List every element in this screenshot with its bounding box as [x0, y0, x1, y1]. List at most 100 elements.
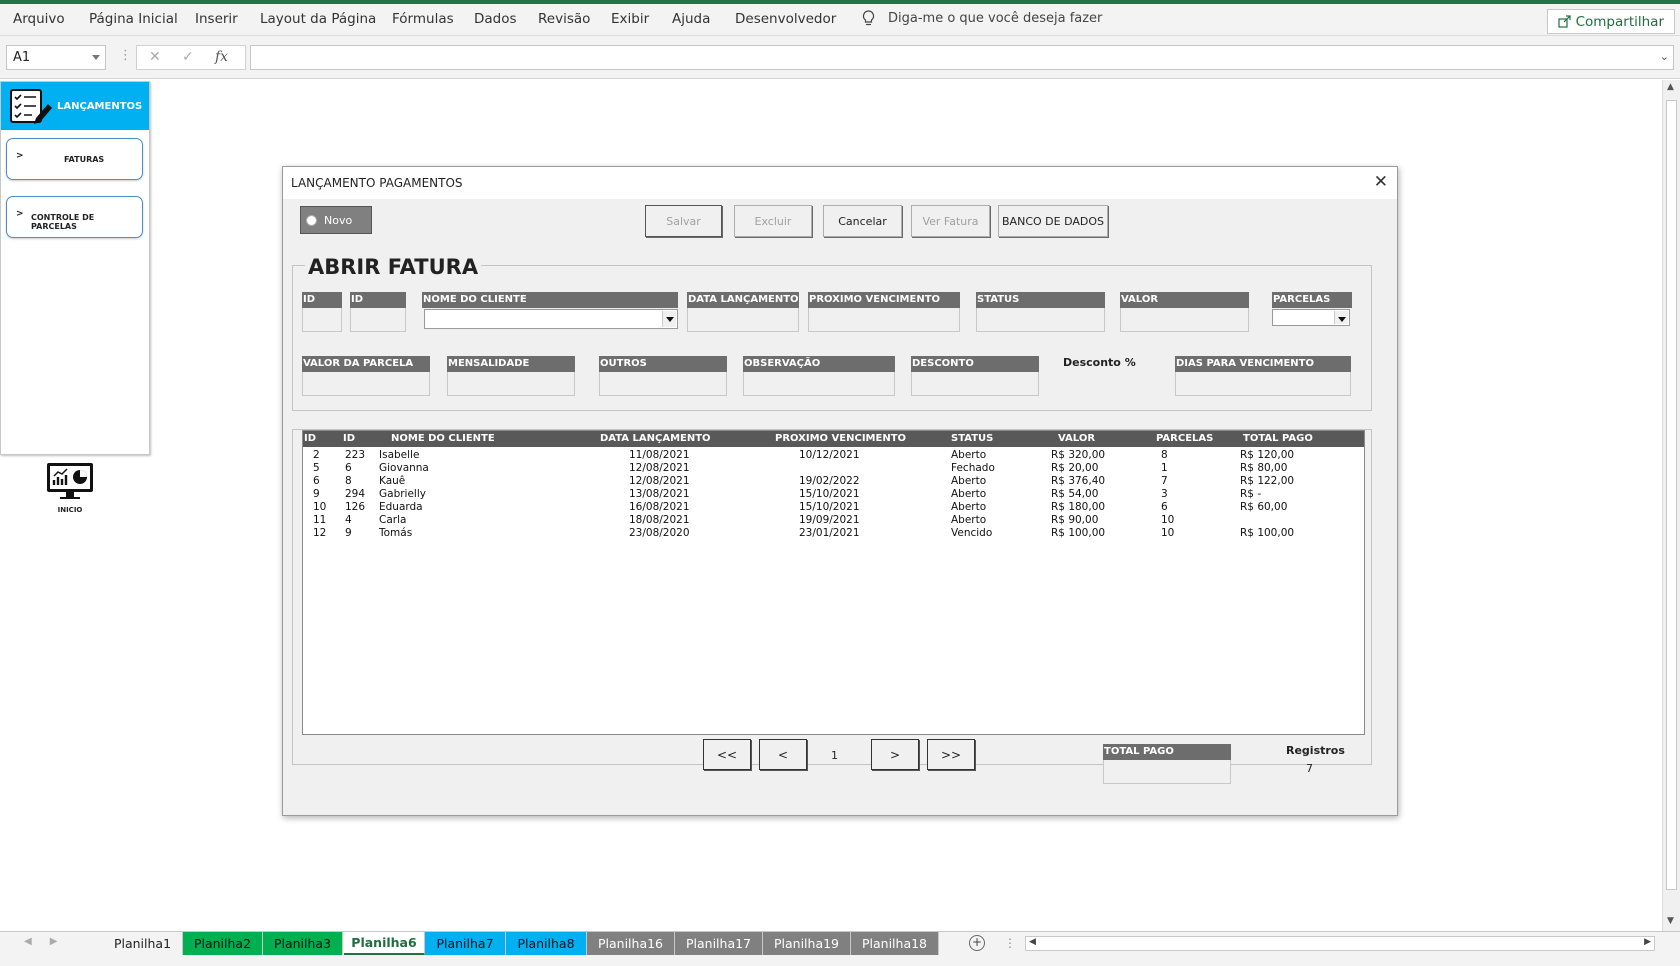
tab-pagina-inicial[interactable]: Página Inicial: [89, 11, 178, 27]
cancel-icon[interactable]: ✕: [149, 49, 161, 65]
sheet-tab-bar: ◀▶ Planilha1 Planilha2 Planilha3 Planilha6 P…: [0, 931, 1680, 955]
table-cell: 2: [313, 449, 320, 461]
fx-icon[interactable]: fx: [215, 49, 228, 65]
sheet-tab-planilha6[interactable]: Planilha6: [344, 932, 425, 955]
table-cell: R$ -: [1240, 488, 1262, 500]
table-cell: 4: [345, 514, 352, 526]
next-due-field[interactable]: [808, 308, 960, 332]
database-button[interactable]: BANCO DE DADOS: [998, 205, 1108, 237]
close-icon[interactable]: ✕: [1374, 172, 1388, 192]
table-row[interactable]: 11 4 Carla 18/08/2021 19/09/2021 Aberto R$ 90,…: [303, 514, 1364, 527]
menu-item-controle-parcelas[interactable]: > CONTROLE DE PARCELAS: [6, 196, 143, 238]
menu-item-faturas[interactable]: > FATURAS: [6, 138, 143, 180]
scroll-right-icon[interactable]: ▶: [1644, 937, 1651, 947]
tab-arquivo[interactable]: Arquivo: [13, 11, 65, 27]
menu-item-label: FATURAS: [64, 155, 105, 164]
chevron-down-icon[interactable]: [662, 311, 676, 327]
table-row[interactable]: 2 223 Isabelle 11/08/2021 10/12/2021 Aberto R$…: [303, 449, 1364, 462]
table-row[interactable]: 9 294 Gabrielly 13/08/2021 15/10/2021 Aberto R…: [303, 488, 1364, 501]
client-select[interactable]: [424, 309, 678, 329]
id-field[interactable]: [302, 308, 342, 332]
installments-select[interactable]: [1272, 309, 1350, 326]
sheet-tab-planilha16[interactable]: Planilha16: [587, 932, 675, 955]
tab-scroll-arrows[interactable]: ◀▶: [24, 936, 75, 947]
date-field[interactable]: [687, 308, 799, 332]
sheet-tab-planilha2[interactable]: Planilha2: [183, 932, 263, 955]
scroll-left-icon[interactable]: ◀: [1029, 937, 1036, 947]
last-page-button[interactable]: >>: [927, 739, 975, 770]
radio-icon[interactable]: [306, 214, 317, 226]
expand-icon[interactable]: ⌄: [1660, 50, 1669, 63]
delete-button[interactable]: Excluir: [734, 205, 812, 237]
new-option[interactable]: Novo: [300, 206, 372, 234]
tab-formulas[interactable]: Fórmulas: [392, 11, 454, 27]
table-cell: 1: [1161, 462, 1168, 474]
value-field[interactable]: [1120, 308, 1249, 332]
table-cell: 5: [313, 462, 320, 474]
view-invoice-button[interactable]: Ver Fatura: [911, 205, 990, 237]
table-cell: 10/12/2021: [799, 449, 860, 461]
tell-me-box[interactable]: Diga-me o que você deseja fazer: [862, 10, 1102, 27]
records-count: 7: [1306, 762, 1313, 775]
enter-icon[interactable]: ✓: [182, 49, 194, 65]
sheet-tab-planilha7[interactable]: Planilha7: [425, 932, 506, 955]
menu-header[interactable]: LANÇAMENTOS: [1, 82, 149, 130]
records-label: Registros: [1286, 744, 1345, 757]
formula-input[interactable]: ⌄: [250, 45, 1674, 70]
tab-exibir[interactable]: Exibir: [611, 11, 649, 27]
table-row[interactable]: 10 126 Eduarda 16/08/2021 15/10/2021 Aberto R$…: [303, 501, 1364, 514]
save-button[interactable]: Salvar: [645, 205, 722, 237]
total-paid-field[interactable]: [1103, 760, 1231, 784]
tab-revisao[interactable]: Revisão: [538, 11, 590, 27]
vertical-scrollbar[interactable]: ▲ ▼: [1662, 80, 1680, 931]
table-cell: Carla: [379, 514, 407, 526]
cancel-button[interactable]: Cancelar: [823, 205, 902, 237]
table-cell: Aberto: [951, 488, 987, 500]
sheet-tab-planilha17[interactable]: Planilha17: [675, 932, 763, 955]
discount-field[interactable]: [911, 372, 1039, 396]
id2-field[interactable]: [350, 308, 406, 332]
tab-desenvolvedor[interactable]: Desenvolvedor: [735, 11, 836, 27]
list-header: ID ID NOME DO CLIENTE DATA LANÇAMENTO PR…: [303, 431, 1364, 447]
table-cell: 19/02/2022: [799, 475, 860, 487]
chevron-down-icon[interactable]: [92, 55, 100, 60]
monthly-field[interactable]: [447, 372, 575, 396]
client-label: NOME DO CLIENTE: [422, 292, 678, 308]
sheet-tab-planilha3[interactable]: Planilha3: [263, 932, 343, 955]
installment-value-field[interactable]: [302, 372, 430, 396]
status-field[interactable]: [976, 308, 1105, 332]
horizontal-scrollbar[interactable]: ◀ ▶: [1025, 936, 1655, 951]
next-page-button[interactable]: >: [871, 739, 919, 770]
first-page-button[interactable]: <<: [703, 739, 751, 770]
table-cell: 11: [313, 514, 327, 526]
scroll-up-icon[interactable]: ▲: [1667, 82, 1674, 92]
table-cell: R$ 122,00: [1240, 475, 1295, 487]
prev-page-button[interactable]: <: [759, 739, 807, 770]
tab-layout[interactable]: Layout da Página: [260, 11, 376, 27]
share-button[interactable]: Compartilhar: [1546, 9, 1675, 34]
tab-ajuda[interactable]: Ajuda: [672, 11, 710, 27]
days-due-field[interactable]: [1175, 372, 1351, 396]
monthly-label: MENSALIDADE: [447, 356, 575, 372]
installment-value-label: VALOR DA PARCELA: [302, 356, 430, 372]
scroll-down-icon[interactable]: ▼: [1667, 916, 1674, 926]
table-row[interactable]: 5 6 Giovanna 12/08/2021 Fechado R$ 20,00 1 R$ 8…: [303, 462, 1364, 475]
sheet-tab-planilha8[interactable]: Planilha8: [506, 932, 587, 955]
tab-dados[interactable]: Dados: [474, 11, 517, 27]
others-field[interactable]: [599, 372, 727, 396]
table-row[interactable]: 12 9 Tomás 23/08/2020 23/01/2021 Vencido R$ 10…: [303, 527, 1364, 540]
table-cell: 16/08/2021: [629, 501, 690, 513]
sheet-tab-planilha1[interactable]: Planilha1: [103, 932, 183, 955]
home-button[interactable]: INICIO: [44, 462, 96, 514]
tab-inserir[interactable]: Inserir: [195, 11, 238, 27]
notes-field[interactable]: [743, 372, 895, 396]
chevron-down-icon[interactable]: [1334, 311, 1348, 324]
sheet-tab-planilha18[interactable]: Planilha18: [851, 932, 939, 955]
invoice-list[interactable]: ID ID NOME DO CLIENTE DATA LANÇAMENTO PR…: [302, 430, 1365, 735]
table-cell: Eduarda: [379, 501, 423, 513]
scrollbar-thumb[interactable]: [1666, 100, 1677, 890]
add-sheet-icon[interactable]: +: [969, 935, 985, 951]
sheet-tab-planilha19[interactable]: Planilha19: [763, 932, 851, 955]
table-row[interactable]: 6 8 Kauê 12/08/2021 19/02/2022 Aberto R$ 376,4…: [303, 475, 1364, 488]
name-box[interactable]: A1: [6, 45, 106, 70]
